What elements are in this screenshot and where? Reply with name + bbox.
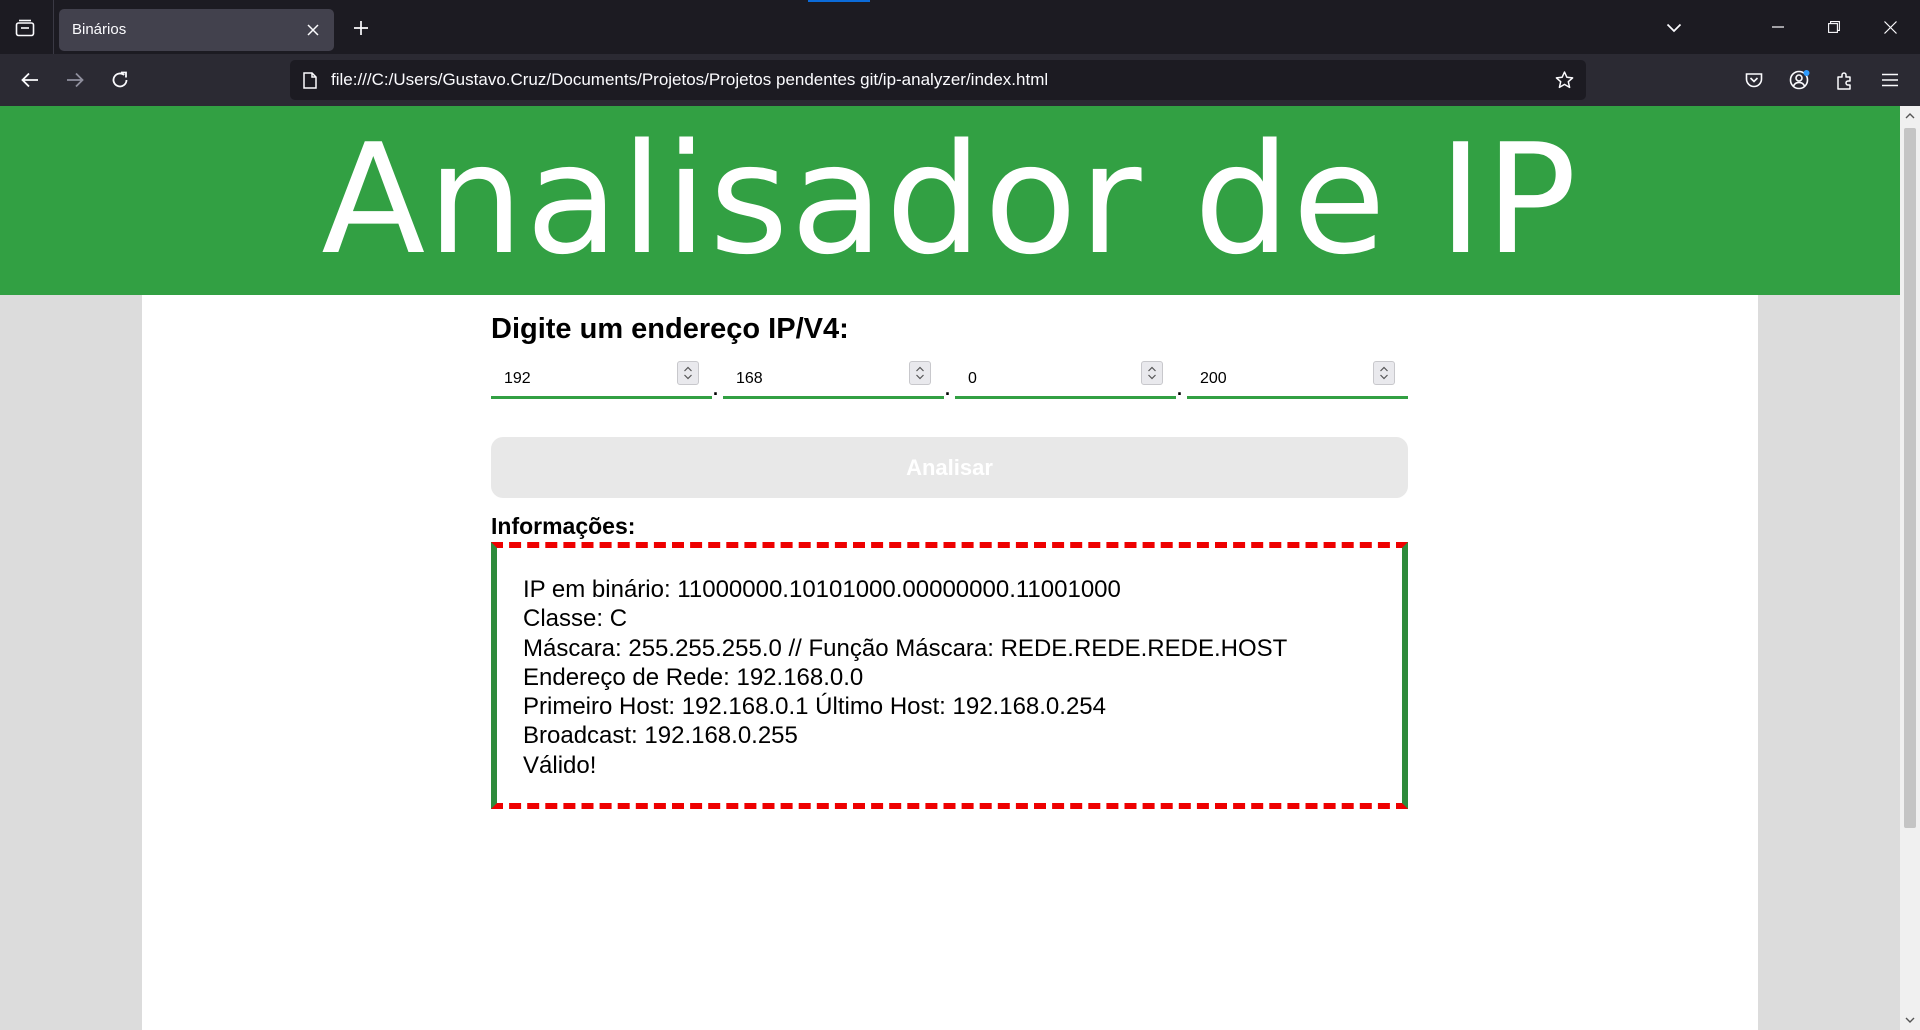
new-tab-button[interactable] [345,12,377,44]
account-button[interactable] [1783,63,1817,97]
account-icon [1789,70,1810,90]
reload-icon [112,71,128,88]
tab-divider [53,0,54,54]
octet-separator: . [713,379,719,399]
tab-close-button[interactable] [300,17,326,43]
back-button[interactable] [13,63,47,97]
spinner-icon [916,366,924,380]
octet-value-4: 200 [1200,370,1227,387]
info-label: Informações: [491,513,636,539]
tab-bar: Binários [0,0,1920,54]
info-line-class: Classe: C [523,605,628,633]
octet-separator: . [1177,379,1183,399]
spinner-icon [684,366,692,380]
tab-list-button[interactable] [8,11,42,45]
octet-stepper-4[interactable] [1373,361,1395,385]
forward-button[interactable] [58,63,92,97]
bookmark-star-button[interactable] [1550,66,1578,94]
back-arrow-icon [21,72,38,88]
info-line-broadcast: Broadcast: 192.168.0.255 [523,722,798,750]
scroll-up-button[interactable] [1900,106,1920,126]
chevron-up-icon [1905,113,1915,119]
extensions-icon [1837,71,1851,90]
forward-arrow-icon [67,72,84,88]
info-line-network: Endereço de Rede: 192.168.0.0 [523,663,864,691]
octet-value-3: 0 [968,370,977,387]
chevron-down-icon [1666,23,1682,33]
restore-button[interactable] [1808,0,1860,54]
url-text[interactable]: file:///C:/Users/Gustavo.Cruz/Documents/… [331,70,1048,90]
info-lines: IP em binário: 11000000.10101000.0000000… [523,575,1287,780]
scroll-thumb[interactable] [1904,128,1916,828]
octet-value-2: 168 [736,370,763,387]
extensions-button[interactable] [1828,63,1862,97]
octet-input-1[interactable]: 192 [491,359,712,399]
minimize-button[interactable] [1752,0,1804,54]
spinner-icon [1148,366,1156,380]
navigation-bar: file:///C:/Users/Gustavo.Cruz/Documents/… [0,54,1920,106]
page-title: Analisador de IP [321,111,1579,288]
info-box: IP em binário: 11000000.10101000.0000000… [491,542,1408,809]
octet-input-4[interactable]: 200 [1187,359,1408,399]
tab-title: Binários [72,21,127,38]
page-viewport: Analisador de IP Digite um endereço IP/V… [0,106,1900,1030]
info-line-hosts: Primeiro Host: 192.168.0.1 Último Host: … [523,693,1106,721]
menu-icon [1882,73,1898,87]
pocket-icon [1745,73,1763,88]
active-tab[interactable]: Binários [59,9,334,51]
chevron-down-icon [1905,1017,1915,1023]
ip-prompt-label: Digite um endereço IP/V4: [491,313,849,345]
window-close-button[interactable] [1864,0,1916,54]
minimize-icon [1772,26,1784,28]
vertical-scrollbar[interactable] [1900,106,1920,1030]
main-content: Digite um endereço IP/V4: 192 . 168 . 0 … [142,295,1758,1030]
octet-input-3[interactable]: 0 [955,359,1176,399]
octet-input-2[interactable]: 168 [723,359,944,399]
app-menu-button[interactable] [1873,63,1907,97]
pocket-button[interactable] [1737,63,1771,97]
url-bar[interactable]: file:///C:/Users/Gustavo.Cruz/Documents/… [290,60,1586,100]
analyze-button[interactable]: Analisar [491,437,1408,498]
octet-separator: . [945,379,951,399]
star-icon [1555,71,1573,89]
info-line-valid: Válido! [523,751,597,779]
info-line-binary: IP em binário: 11000000.10101000.0000000… [523,576,1121,603]
octet-value-1: 192 [504,370,531,387]
window-close-icon [1883,20,1897,34]
tab-indicator [808,0,870,2]
page-header: Analisador de IP [0,106,1900,295]
close-icon [307,24,319,36]
octet-stepper-2[interactable] [909,361,931,385]
octet-stepper-1[interactable] [677,361,699,385]
info-line-mask: Máscara: 255.255.255.0 // Função Máscara… [523,634,1288,662]
scroll-down-button[interactable] [1900,1010,1920,1030]
octet-stepper-3[interactable] [1141,361,1163,385]
page-icon [299,69,321,91]
list-all-tabs-button[interactable] [1656,12,1692,44]
spinner-icon [1380,366,1388,380]
plus-icon [354,21,368,35]
restore-icon [1828,21,1840,33]
tab-list-icon [15,19,35,37]
reload-button[interactable] [103,63,137,97]
